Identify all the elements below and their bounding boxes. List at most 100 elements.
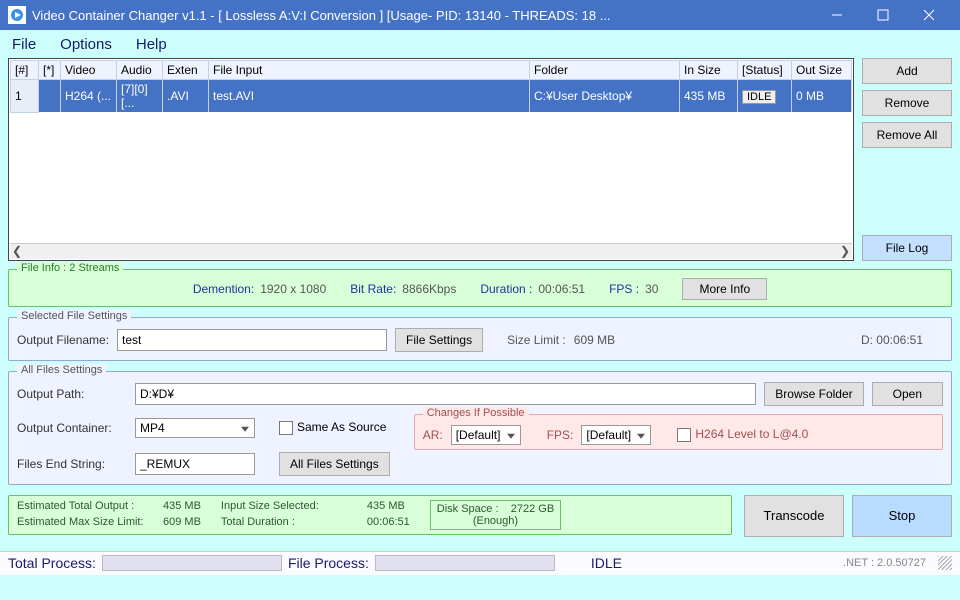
td-value: 00:06:51 bbox=[367, 516, 410, 528]
eto-label: Estimated Total Output : bbox=[17, 500, 157, 512]
cell-video: H264 (... bbox=[61, 80, 117, 113]
more-info-button[interactable]: More Info bbox=[682, 278, 767, 300]
statusbar: Total Process: File Process: IDLE .NET :… bbox=[0, 551, 960, 575]
window-title: Video Container Changer v1.1 - [ Lossles… bbox=[32, 8, 814, 23]
disk-value: 2722 GB bbox=[511, 503, 554, 515]
cell-exten: .AVI bbox=[163, 80, 209, 113]
ar-label: AR: bbox=[423, 428, 443, 442]
duration-label: Duration : bbox=[480, 282, 532, 296]
menu-options[interactable]: Options bbox=[60, 36, 112, 53]
output-container-select[interactable]: MP4 bbox=[135, 418, 255, 438]
eto-value: 435 MB bbox=[163, 500, 201, 512]
open-button[interactable]: Open bbox=[872, 382, 943, 406]
cell-star bbox=[39, 80, 61, 113]
file-info-panel: File Info : 2 Streams Demention: 1920 x … bbox=[8, 269, 952, 307]
size-limit-label: Size Limit : bbox=[507, 333, 566, 347]
ems-label: Estimated Max Size Limit: bbox=[17, 516, 157, 528]
file-process-bar bbox=[375, 555, 555, 571]
col-exten[interactable]: Exten bbox=[163, 61, 209, 80]
same-as-source-checkbox[interactable] bbox=[279, 421, 293, 435]
fps-value: 30 bbox=[645, 282, 658, 296]
td-label: Total Duration : bbox=[221, 516, 361, 528]
total-process-bar bbox=[102, 555, 282, 571]
col-video[interactable]: Video bbox=[61, 61, 117, 80]
titlebar: Video Container Changer v1.1 - [ Lossles… bbox=[0, 0, 960, 30]
changes-panel: Changes If Possible AR: [Default] FPS: [… bbox=[414, 414, 943, 450]
stats-panel: Estimated Total Output : 435 MB Estimated… bbox=[8, 495, 732, 535]
bitrate-label: Bit Rate: bbox=[350, 282, 396, 296]
col-status[interactable]: [Status] bbox=[738, 61, 792, 80]
h264-level-label: H264 Level to L@4.0 bbox=[695, 427, 808, 441]
fps-label: FPS : bbox=[609, 282, 639, 296]
all-files-panel: All Files Settings Output Path: Browse F… bbox=[8, 371, 952, 485]
cell-folder: C:¥User Desktop¥ bbox=[530, 80, 680, 113]
cell-idx: 1 bbox=[11, 80, 39, 113]
ar-select[interactable]: [Default] bbox=[451, 425, 521, 445]
file-settings-button[interactable]: File Settings bbox=[395, 328, 483, 352]
minimize-button[interactable] bbox=[814, 0, 860, 30]
file-grid[interactable]: [#] [*] Video Audio Exten File Input Fol… bbox=[8, 58, 854, 261]
duration-value: 00:06:51 bbox=[538, 282, 585, 296]
grid-header-row: [#] [*] Video Audio Exten File Input Fol… bbox=[11, 61, 852, 80]
output-path-label: Output Path: bbox=[17, 387, 127, 401]
fps-chg-label: FPS: bbox=[547, 428, 574, 442]
col-in-size[interactable]: In Size bbox=[680, 61, 738, 80]
dimension-label: Demention: bbox=[193, 282, 254, 296]
col-out-size[interactable]: Out Size bbox=[792, 61, 852, 80]
file-process-label: File Process: bbox=[288, 555, 369, 571]
app-icon bbox=[8, 6, 26, 24]
total-process-label: Total Process: bbox=[8, 555, 96, 571]
ems-value: 609 MB bbox=[163, 516, 201, 528]
grid-empty-area bbox=[10, 113, 852, 243]
bitrate-value: 8866Kbps bbox=[402, 282, 456, 296]
fps-select[interactable]: [Default] bbox=[581, 425, 651, 445]
col-folder[interactable]: Folder bbox=[530, 61, 680, 80]
scroll-left-icon[interactable]: ❮ bbox=[12, 244, 22, 258]
file-info-legend: File Info : 2 Streams bbox=[17, 262, 123, 274]
table-row[interactable]: 1 H264 (... [7][0][... .AVI test.AVI C:¥… bbox=[11, 80, 852, 113]
maximize-button[interactable] bbox=[860, 0, 906, 30]
close-button[interactable] bbox=[906, 0, 952, 30]
disk-space-box: Disk Space : 2722 GB (Enough) bbox=[430, 500, 561, 530]
col-audio[interactable]: Audio bbox=[117, 61, 163, 80]
same-as-source-label: Same As Source bbox=[297, 420, 386, 434]
disk-note: (Enough) bbox=[473, 515, 518, 527]
transcode-button[interactable]: Transcode bbox=[744, 495, 844, 537]
output-path-input[interactable] bbox=[135, 383, 756, 405]
menu-help[interactable]: Help bbox=[136, 36, 167, 53]
all-files-settings-button[interactable]: All Files Settings bbox=[279, 452, 390, 476]
output-filename-label: Output Filename: bbox=[17, 333, 109, 347]
file-log-button[interactable]: File Log bbox=[862, 235, 952, 261]
col-star[interactable]: [*] bbox=[39, 61, 61, 80]
dimension-value: 1920 x 1080 bbox=[260, 282, 326, 296]
size-limit-value: 609 MB bbox=[574, 333, 615, 347]
iss-value: 435 MB bbox=[367, 500, 405, 512]
selected-duration: D: 00:06:51 bbox=[861, 333, 923, 347]
horizontal-scrollbar[interactable]: ❮ ❯ bbox=[10, 243, 852, 259]
cell-out-size: 0 MB bbox=[792, 80, 852, 113]
files-end-string-input[interactable] bbox=[135, 453, 255, 475]
stop-button[interactable]: Stop bbox=[852, 495, 952, 537]
browse-folder-button[interactable]: Browse Folder bbox=[764, 382, 863, 406]
cell-status: IDLE bbox=[738, 80, 792, 113]
iss-label: Input Size Selected: bbox=[221, 500, 361, 512]
cell-in-size: 435 MB bbox=[680, 80, 738, 113]
files-end-string-label: Files End String: bbox=[17, 457, 127, 471]
changes-legend: Changes If Possible bbox=[423, 407, 529, 419]
disk-label: Disk Space : bbox=[437, 503, 499, 515]
col-idx[interactable]: [#] bbox=[11, 61, 39, 80]
output-container-label: Output Container: bbox=[17, 421, 127, 435]
process-state: IDLE bbox=[591, 555, 622, 571]
add-button[interactable]: Add bbox=[862, 58, 952, 84]
cell-audio: [7][0][... bbox=[117, 80, 163, 113]
h264-level-checkbox[interactable] bbox=[677, 428, 691, 442]
output-filename-input[interactable] bbox=[117, 329, 387, 351]
resize-grip-icon[interactable] bbox=[938, 556, 952, 570]
menubar: File Options Help bbox=[0, 30, 960, 58]
remove-all-button[interactable]: Remove All bbox=[862, 122, 952, 148]
scroll-right-icon[interactable]: ❯ bbox=[840, 244, 850, 258]
remove-button[interactable]: Remove bbox=[862, 90, 952, 116]
menu-file[interactable]: File bbox=[12, 36, 36, 53]
col-file-input[interactable]: File Input bbox=[209, 61, 530, 80]
all-files-legend: All Files Settings bbox=[17, 364, 106, 376]
